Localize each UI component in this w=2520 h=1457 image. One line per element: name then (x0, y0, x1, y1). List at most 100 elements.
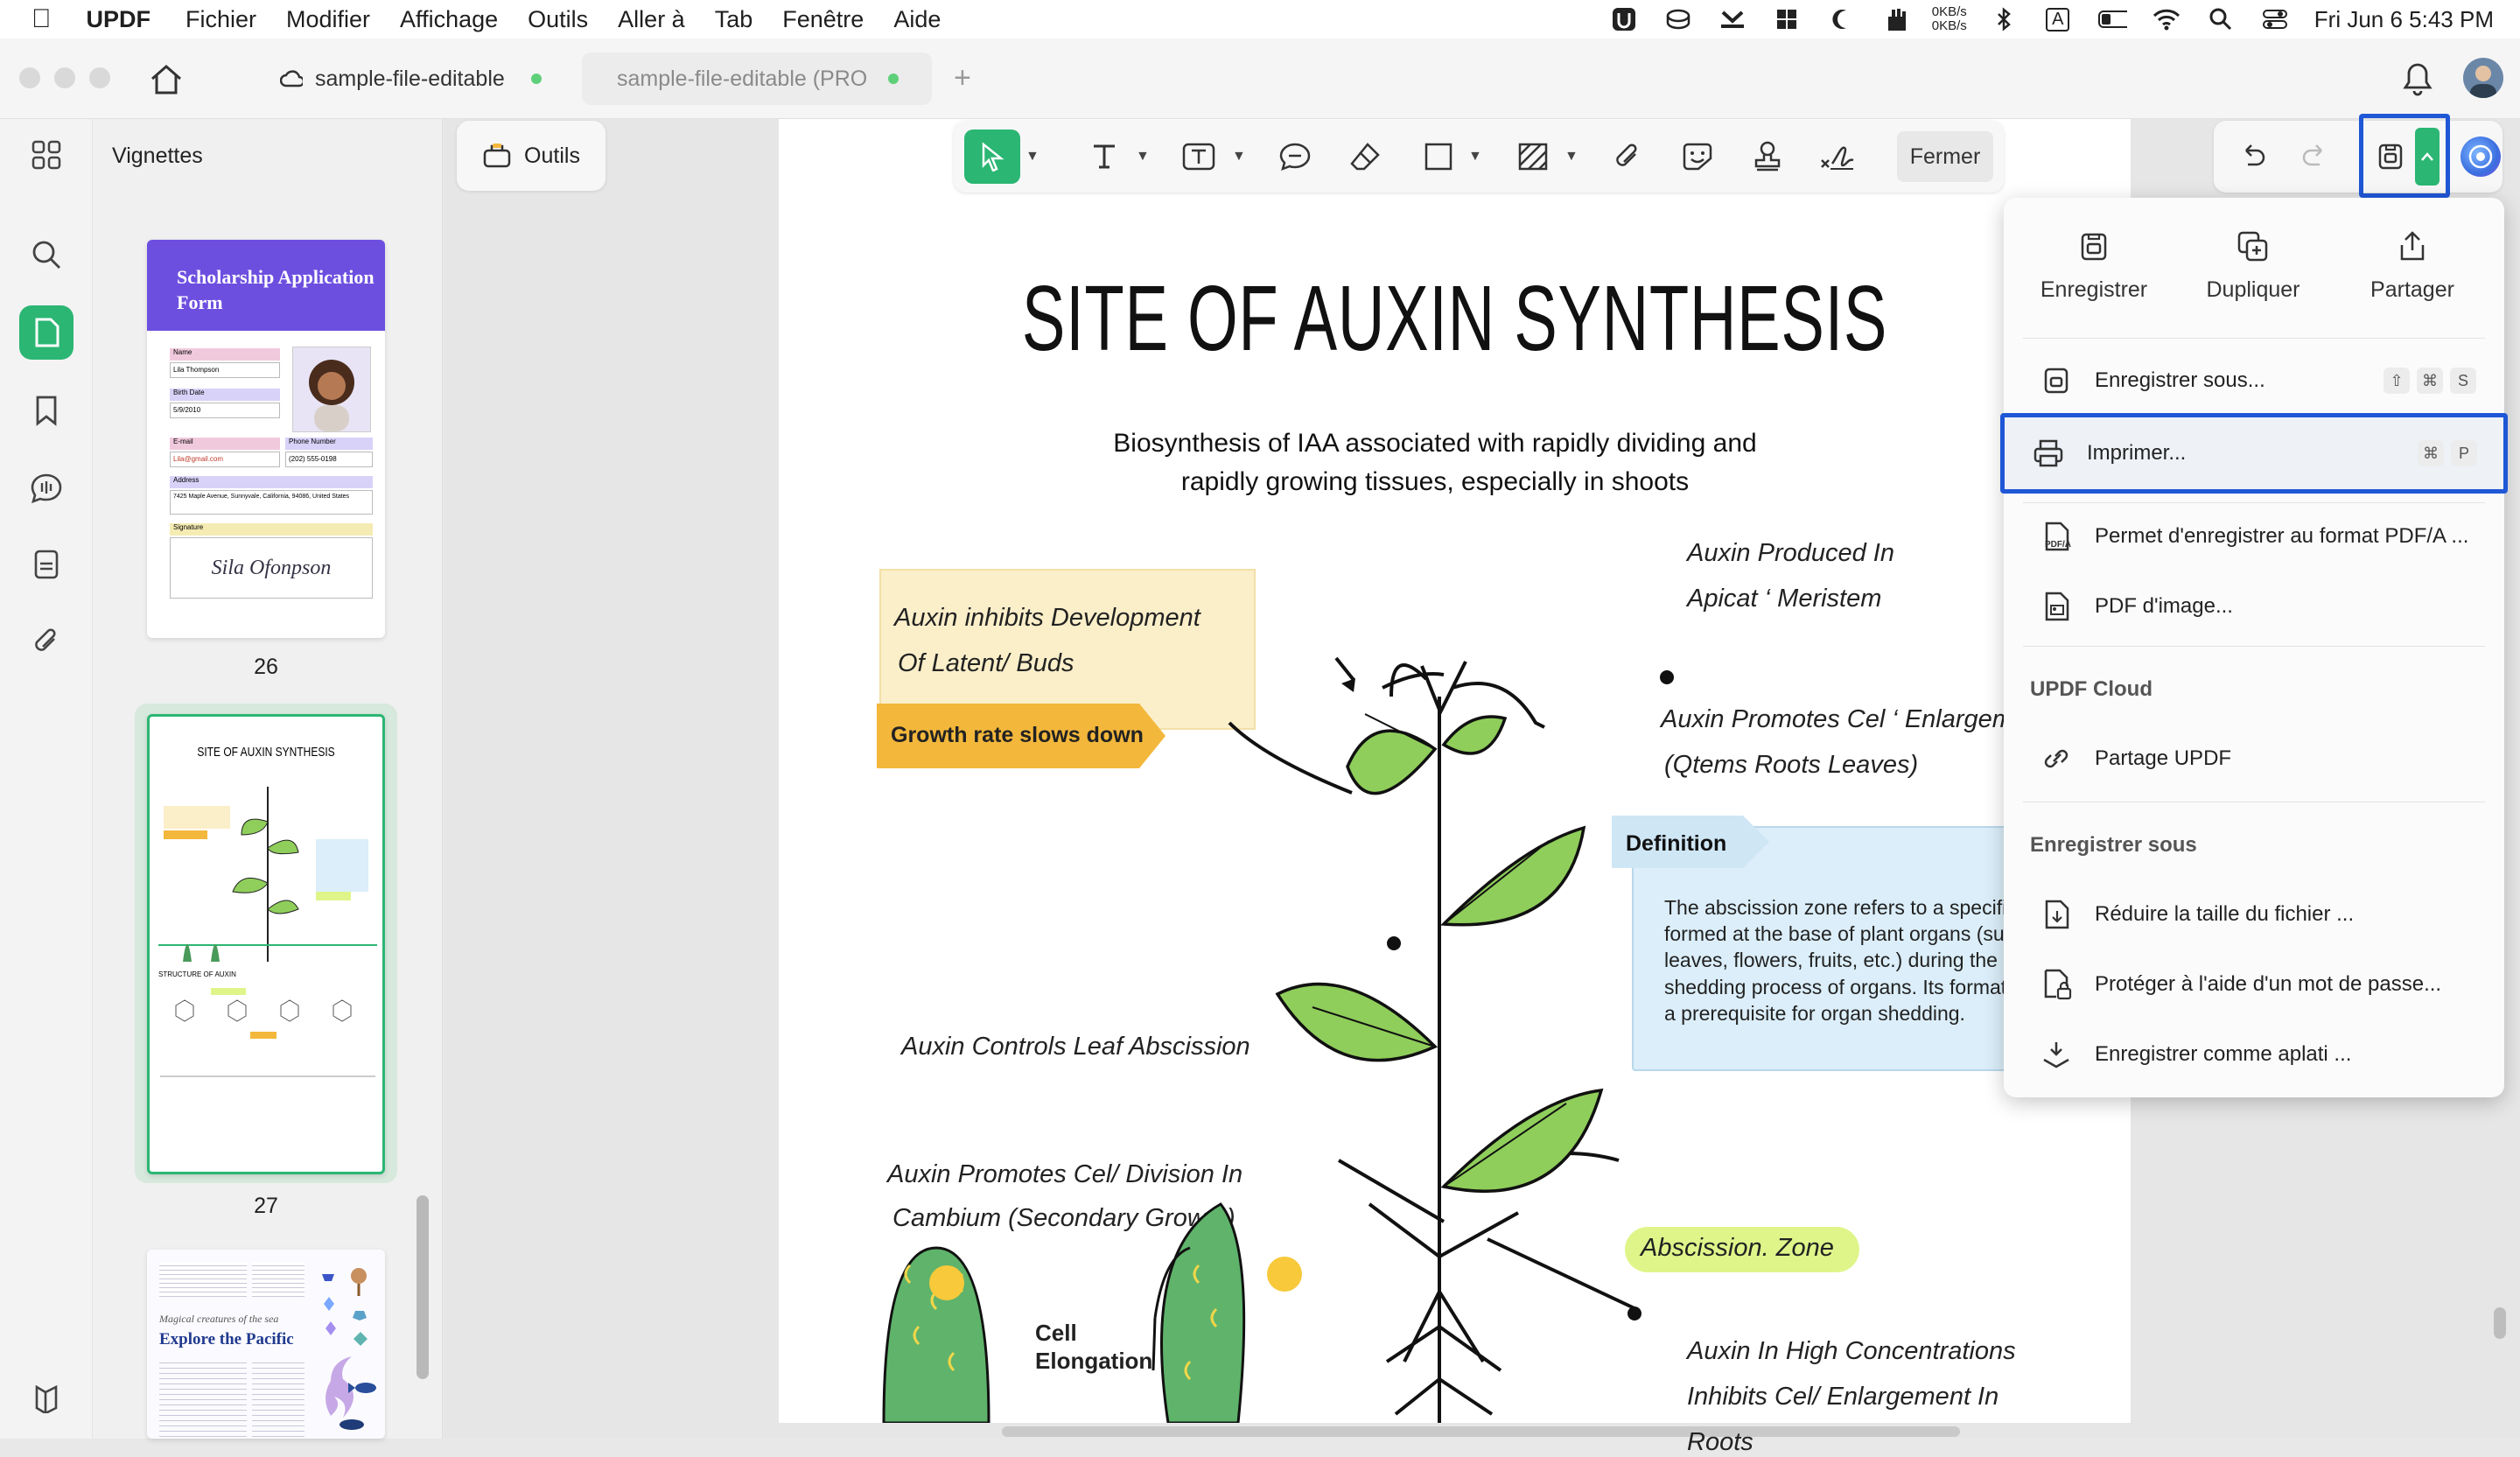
dd-pdfa[interactable]: PDF/A Permet d'enregistrer au format PDF… (2023, 502, 2485, 571)
thumb-text-lines (252, 1262, 304, 1297)
stamp-tool[interactable] (1746, 136, 1788, 178)
plant-illustration (882, 656, 1674, 1423)
thumbnails-grid-icon[interactable] (19, 128, 74, 182)
clock[interactable]: Fri Jun 6 5:43 PM (2314, 6, 2494, 33)
hand-icon[interactable] (1880, 6, 1910, 32)
page-subtitle-2: rapidly growing tissues, especially in s… (1180, 467, 1690, 496)
menu-fenetre[interactable]: Fenêtre (782, 6, 864, 33)
area-tool[interactable] (1512, 136, 1554, 178)
dd-dupliquer[interactable]: Dupliquer (2179, 229, 2328, 303)
new-tab-button[interactable]: + (954, 61, 971, 95)
redo-button[interactable] (2294, 136, 2336, 178)
window-minimize-button[interactable] (54, 67, 75, 88)
tab-sample-file-editable[interactable]: sample-file-editable (262, 53, 578, 105)
input-source[interactable]: A (2043, 6, 2073, 32)
thumb-plant-illustration (158, 787, 377, 962)
dd-partager[interactable]: Partager (2338, 229, 2487, 303)
attach-tool[interactable] (1606, 136, 1648, 178)
sticker-icon (1683, 143, 1712, 171)
horizontal-scrollbar[interactable] (1002, 1426, 1960, 1437)
fermer-button[interactable]: Fermer (1897, 131, 1993, 182)
battery-icon[interactable] (2097, 6, 2127, 32)
select-caret[interactable]: ▼ (1026, 149, 1040, 165)
outils-button[interactable]: Outils (457, 121, 606, 191)
tab-sample-file-editable-pro[interactable]: sample-file-editable (PRO (582, 53, 932, 105)
window-zoom-button[interactable] (89, 67, 110, 88)
app-menu[interactable]: UPDF (87, 6, 151, 33)
menu-tab[interactable]: Tab (715, 6, 753, 33)
save-menu-button[interactable] (2370, 136, 2412, 178)
wifi-icon[interactable] (2152, 6, 2181, 32)
dd-reduire[interactable]: Réduire la taille du fichier ... (2023, 880, 2485, 949)
status-tray: 0KB/s 0KB/s A Fri Jun 6 5:43 PM (1609, 0, 2502, 39)
dd-label: Enregistrer sous... (2095, 368, 2265, 392)
select-tool[interactable] (964, 130, 1020, 184)
text-tool[interactable] (1083, 136, 1125, 178)
menu-aller[interactable]: Aller à (618, 6, 685, 33)
undo-button[interactable] (2231, 136, 2273, 178)
apple-icon[interactable]:  (32, 4, 52, 34)
thumbnail-page-28[interactable]: Magical creatures of the sea Explore the… (147, 1250, 385, 1439)
rectangle-icon (1424, 143, 1452, 171)
thumb-signature: Sila Ofonpson (170, 537, 373, 599)
signature-tool[interactable] (1816, 136, 1858, 178)
print-icon (2034, 439, 2063, 467)
comments-icon[interactable] (19, 460, 74, 515)
thumbnail-page-26[interactable]: Scholarship Application Form Name Lila T… (147, 240, 385, 638)
menu-outils[interactable]: Outils (528, 6, 588, 33)
menu-modifier[interactable]: Modifier (286, 6, 370, 33)
bell-icon[interactable] (2402, 61, 2433, 101)
dd-imprimer[interactable]: Imprimer... ⌘ P (2000, 413, 2508, 494)
thumb-field-value: 7425 Maple Avenue, Sunnyvale, California… (170, 490, 373, 515)
tab-bar: sample-file-editable sample-file-editabl… (0, 39, 2520, 119)
dd-label: Enregistrer comme aplati ... (2095, 1042, 2352, 1066)
dd-proteger[interactable]: Protéger à l'aide d'un mot de passe... (2023, 950, 2485, 1019)
thumb-heading: Explore the Pacific (159, 1330, 294, 1348)
dd-aplati[interactable]: Enregistrer comme aplati ... (2023, 1020, 2485, 1089)
updf-tray-icon[interactable] (1609, 6, 1639, 32)
dd-partage-updf[interactable]: Partage UPDF (2023, 725, 2485, 793)
menu-fichier[interactable]: Fichier (186, 6, 256, 33)
chevron-up-icon (2421, 152, 2433, 161)
menu-aide[interactable]: Aide (893, 6, 941, 33)
search-icon[interactable] (19, 228, 74, 282)
download-tray-icon[interactable] (1718, 6, 1747, 32)
save-options-toggle[interactable] (2415, 128, 2440, 186)
text-caret[interactable]: ▼ (1136, 149, 1150, 165)
dd-pdf-image[interactable]: PDF d'image... (2023, 572, 2485, 641)
eraser-tool[interactable] (1344, 136, 1386, 178)
bookmark-icon[interactable] (19, 383, 74, 438)
comment-tool[interactable] (1274, 136, 1316, 178)
stamp-list-icon[interactable] (19, 537, 74, 592)
window-close-button[interactable] (19, 67, 40, 88)
control-center-icon[interactable] (2260, 6, 2290, 32)
sticker-tool[interactable] (1676, 136, 1718, 178)
rectangle-tool[interactable] (1418, 136, 1460, 178)
vertical-scrollbar[interactable] (2494, 1307, 2506, 1339)
dd-enregistrer-sous[interactable]: Enregistrer sous... ⇧ ⌘ S (2023, 347, 2485, 415)
puzzle-icon[interactable] (1772, 6, 1802, 32)
rectangle-caret[interactable]: ▼ (1468, 149, 1482, 165)
pages-icon[interactable] (19, 305, 74, 360)
thumbnail-scrollbar[interactable] (416, 1195, 429, 1379)
page-number-26: 26 (254, 655, 278, 679)
dd-label: Partage UPDF (2095, 746, 2232, 770)
attachment-icon[interactable] (19, 614, 74, 669)
menu-affichage[interactable]: Affichage (400, 6, 498, 33)
textbox-caret[interactable]: ▼ (1232, 149, 1246, 165)
bluetooth-icon[interactable] (1989, 6, 2019, 32)
unsaved-dot (888, 74, 900, 84)
link-icon (2044, 749, 2068, 768)
area-caret[interactable]: ▼ (1564, 149, 1578, 165)
thumbnail-page-27[interactable]: SITE OF AUXIN SYNTHESIS STRUCTURE OF AUX… (147, 714, 385, 1174)
avatar[interactable] (2463, 58, 2503, 98)
layers-icon[interactable] (19, 1370, 74, 1425)
textbox-tool[interactable] (1178, 136, 1220, 178)
disk-icon[interactable] (1663, 6, 1693, 32)
dd-section-save: Enregistrer sous (2030, 833, 2197, 857)
dd-enregistrer[interactable]: Enregistrer (2020, 229, 2168, 303)
home-icon[interactable] (149, 63, 184, 101)
spotlight-icon[interactable] (2206, 6, 2236, 32)
night-icon[interactable] (1826, 6, 1856, 32)
ai-assistant-icon[interactable] (2460, 137, 2501, 177)
